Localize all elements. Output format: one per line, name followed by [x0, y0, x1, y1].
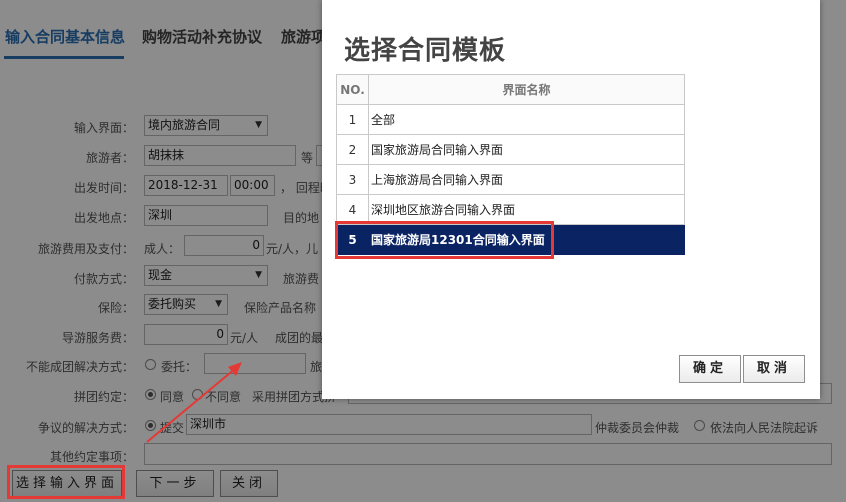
row-number: 2: [336, 134, 369, 165]
table-row[interactable]: 4 深圳地区旅游合同输入界面: [336, 194, 685, 225]
select-template-dialog: 选择合同模板 NO. 界面名称 1 全部 2 国家旅游局合同输入界面 3 上海旅…: [322, 0, 820, 399]
table-row[interactable]: 2 国家旅游局合同输入界面: [336, 134, 685, 165]
row-name: 全部: [368, 104, 685, 135]
table-row[interactable]: 3 上海旅游局合同输入界面: [336, 164, 685, 195]
row-name: 上海旅游局合同输入界面: [368, 164, 685, 195]
cancel-button[interactable]: 取消: [743, 355, 805, 383]
selected-row-highlight: [335, 221, 554, 259]
table-header-row: NO. 界面名称: [336, 74, 685, 105]
row-number: 3: [336, 164, 369, 195]
column-header-name: 界面名称: [368, 74, 685, 105]
table-row[interactable]: 1 全部: [336, 104, 685, 135]
ok-button[interactable]: 确定: [679, 355, 741, 383]
row-name: 深圳地区旅游合同输入界面: [368, 194, 685, 225]
row-name: 国家旅游局合同输入界面: [368, 134, 685, 165]
row-number: 4: [336, 194, 369, 225]
select-button-highlight: [7, 465, 125, 499]
column-header-no: NO.: [336, 74, 369, 105]
row-number: 1: [336, 104, 369, 135]
dialog-title: 选择合同模板: [344, 36, 507, 66]
